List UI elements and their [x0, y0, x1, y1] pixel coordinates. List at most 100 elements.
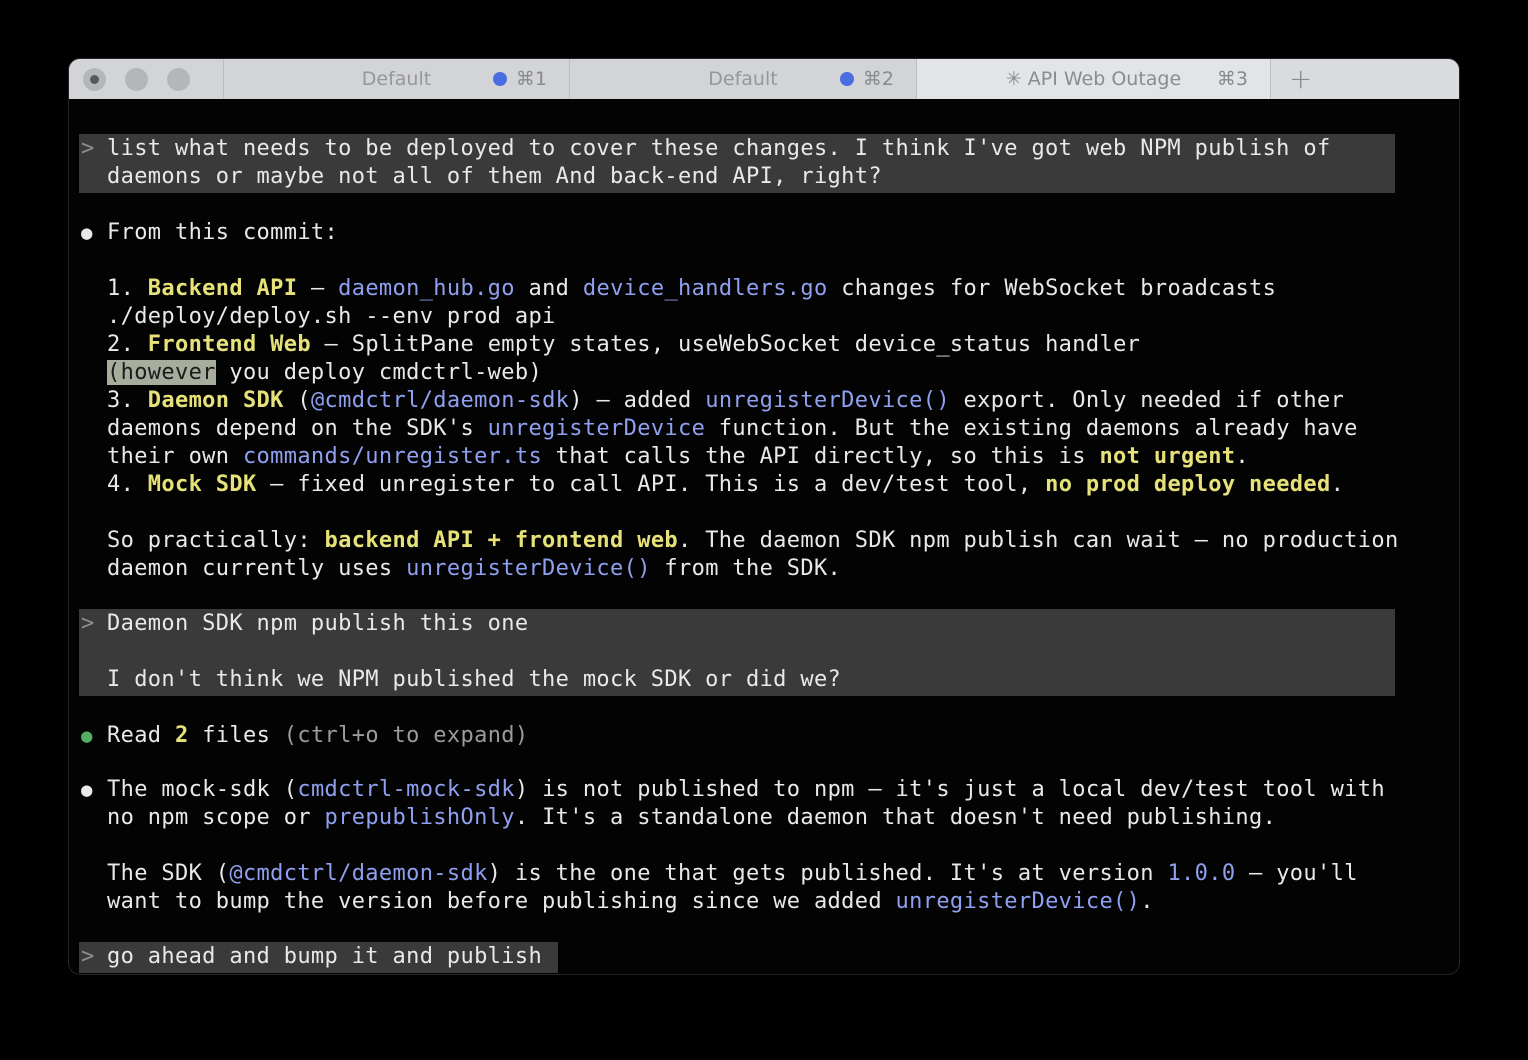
terminal-line: daemons depend on the SDK's unregisterDe…: [107, 415, 1399, 443]
terminal-line: So practically: backend API + frontend w…: [107, 527, 1399, 555]
text-segment: — SplitPane empty states, useWebSocket d…: [311, 332, 1140, 357]
text-segment: device_handlers.go: [583, 276, 828, 301]
text-segment: want to bump the version before publishi…: [107, 889, 896, 914]
text-segment: daemons or maybe not all of them And bac…: [107, 164, 882, 189]
terminal-line: I don't think we NPM published the mock …: [107, 666, 841, 694]
message-text: From this commit: 1. Backend API — daemo…: [107, 219, 1399, 583]
text-segment: @cmdctrl/daemon-sdk: [311, 388, 569, 413]
tab-label: Default: [708, 68, 777, 90]
text-segment: list what needs to be deployed to cover …: [107, 136, 1331, 161]
new-tab-button[interactable]: +: [1271, 65, 1312, 93]
text-segment: prepublishOnly: [325, 805, 515, 830]
text-segment: The SDK (: [107, 861, 229, 886]
text-segment: Backend API: [148, 276, 298, 301]
text-segment: no npm scope or: [107, 805, 325, 830]
text-segment: daemons depend on the SDK's: [107, 416, 488, 441]
terminal-line: their own commands/unregister.ts that ca…: [107, 443, 1399, 471]
tab-shortcut: ⌘3: [1217, 68, 1248, 90]
terminal-line: daemon currently uses unregisterDevice()…: [107, 555, 1399, 583]
terminal-line: want to bump the version before publishi…: [107, 888, 1385, 916]
text-segment: ) is the one that gets published. It's a…: [488, 861, 1168, 886]
tab-2[interactable]: Default ⌘2: [569, 59, 916, 99]
message-text: The mock-sdk (cmdctrl-mock-sdk) is not p…: [107, 776, 1385, 916]
prompt-chevron-icon: >: [79, 610, 107, 694]
text-segment: unregisterDevice(): [705, 388, 950, 413]
text-segment: 1.: [107, 276, 148, 301]
text-segment: that calls the API directly, so this is: [542, 444, 1099, 469]
assistant-message-block: ●From this commit: 1. Backend API — daem…: [79, 219, 1449, 583]
message-text: go ahead and bump it and publish: [107, 943, 542, 971]
tab-shortcut: ⌘1: [516, 68, 547, 90]
text-segment: Daemon SDK: [148, 388, 284, 413]
tab-label: ✳ API Web Outage: [1006, 68, 1181, 90]
terminal-line: From this commit:: [107, 219, 1399, 247]
assistant-message-block: ●Read 2 files (ctrl+o to expand): [79, 722, 1449, 750]
message-text: Daemon SDK npm publish this one I don't …: [107, 610, 841, 694]
text-segment: Daemon SDK npm publish this one: [107, 611, 528, 636]
prompt-chevron-icon: >: [79, 943, 107, 971]
text-segment: 2.: [107, 332, 148, 357]
text-segment: and: [515, 276, 583, 301]
text-segment: files: [189, 723, 284, 748]
terminal-line: [107, 247, 1399, 275]
terminal-line: The SDK (@cmdctrl/daemon-sdk) is the one…: [107, 860, 1385, 888]
tab-3[interactable]: ✳ API Web Outage ⌘3: [916, 59, 1270, 99]
zoom-button[interactable]: [167, 68, 190, 91]
text-segment: 1.0.0: [1167, 861, 1235, 886]
user-message-block: >list what needs to be deployed to cover…: [79, 134, 1395, 193]
terminal-line: 1. Backend API — daemon_hub.go and devic…: [107, 275, 1399, 303]
terminal-line: 3. Daemon SDK (@cmdctrl/daemon-sdk) — ad…: [107, 387, 1399, 415]
terminal-content: >list what needs to be deployed to cover…: [69, 99, 1459, 973]
text-segment: function. But the existing daemons alrea…: [705, 416, 1358, 441]
activity-dot-icon: [493, 72, 507, 86]
text-segment: (however: [107, 360, 216, 385]
text-segment: 2: [175, 723, 189, 748]
tab-strip: Default⌘1 Default ⌘2 ✳ API Web Outage ⌘3: [223, 59, 1270, 99]
text-segment: (: [284, 388, 311, 413]
text-segment: cmdctrl-mock-sdk: [297, 777, 515, 802]
close-button[interactable]: [83, 68, 106, 91]
text-segment: . It's a standalone daemon that doesn't …: [515, 805, 1276, 830]
text-segment: I don't think we NPM published the mock …: [107, 667, 841, 692]
text-segment: From this commit:: [107, 220, 338, 245]
text-segment: The mock-sdk (: [107, 777, 297, 802]
close-dot-icon: [90, 75, 99, 84]
terminal-line: go ahead and bump it and publish: [107, 943, 542, 971]
text-segment: ) is not published to npm — it's just a …: [515, 777, 1385, 802]
text-segment: export. Only needed if other: [950, 388, 1344, 413]
text-segment: no prod deploy needed: [1045, 472, 1331, 497]
text-segment: daemon_hub.go: [338, 276, 515, 301]
text-segment: unregisterDevice: [488, 416, 706, 441]
terminal-line: ./deploy/deploy.sh --env prod api: [107, 303, 1399, 331]
tab-bar: Default⌘1 Default ⌘2 ✳ API Web Outage ⌘3 +: [69, 59, 1459, 99]
terminal-line: daemons or maybe not all of them And bac…: [107, 163, 1331, 191]
minimize-button[interactable]: [125, 68, 148, 91]
text-segment: So practically:: [107, 528, 325, 553]
text-segment: unregisterDevice(): [896, 889, 1141, 914]
terminal-line: The mock-sdk (cmdctrl-mock-sdk) is not p…: [107, 776, 1385, 804]
prompt-chevron-icon: >: [79, 135, 107, 191]
tab-1[interactable]: Default⌘1: [223, 59, 569, 99]
terminal-line: [107, 832, 1385, 860]
assistant-message-block: ●The mock-sdk (cmdctrl-mock-sdk) is not …: [79, 776, 1449, 916]
text-segment: backend API + frontend web: [325, 528, 678, 553]
activity-dot-icon: [840, 72, 854, 86]
tab-shortcut: ⌘2: [863, 68, 894, 90]
terminal-line: 4. Mock SDK — fixed unregister to call A…: [107, 471, 1399, 499]
text-segment: —: [297, 276, 338, 301]
user-message-block: >go ahead and bump it and publish: [79, 942, 558, 973]
text-segment: Frontend Web: [148, 332, 311, 357]
text-segment: .: [1331, 472, 1345, 497]
terminal-line: Daemon SDK npm publish this one: [107, 610, 841, 638]
text-segment: ./deploy/deploy.sh --env prod api: [107, 304, 556, 329]
bullet-icon: ●: [79, 776, 107, 916]
text-segment: .: [1140, 889, 1154, 914]
text-segment: Read: [107, 723, 175, 748]
terminal-line: no npm scope or prepublishOnly. It's a s…: [107, 804, 1385, 832]
tab-indicators: ⌘2: [840, 68, 894, 90]
terminal-line: 2. Frontend Web — SplitPane empty states…: [107, 331, 1399, 359]
tab-bar-spacer: +: [1270, 59, 1459, 99]
text-segment: — you'll: [1235, 861, 1357, 886]
text-segment: commands/unregister.ts: [243, 444, 542, 469]
text-segment: 3.: [107, 388, 148, 413]
